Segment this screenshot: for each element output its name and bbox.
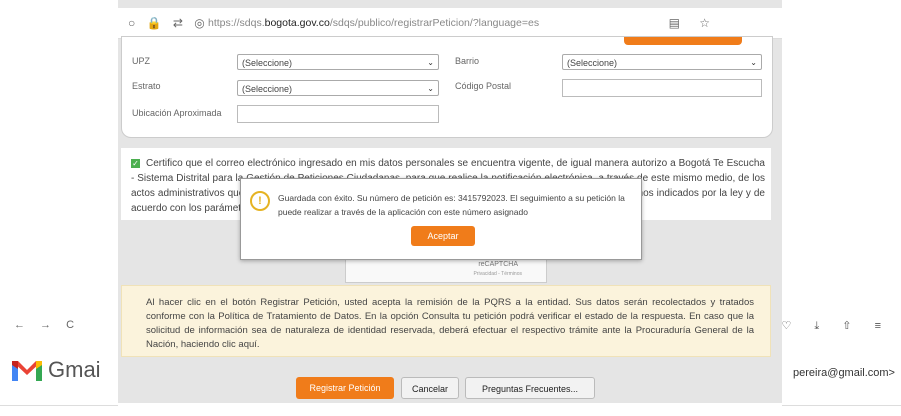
estrato-label: Estrato <box>132 81 161 91</box>
barrio-select[interactable]: (Seleccione) ⌄ <box>562 54 762 70</box>
background-toolbar-icons[interactable]: ♡ ⤓ ⇧ ≡ <box>781 319 891 333</box>
dialog-message: Guardada con éxito. Su número de petició… <box>278 193 625 217</box>
accept-button[interactable]: Aceptar <box>411 226 475 246</box>
register-petition-button[interactable]: Registrar Petición <box>296 377 394 399</box>
barrio-label: Barrio <box>455 56 480 66</box>
recaptcha-links[interactable]: Privacidad - Términos <box>473 271 522 277</box>
bookmark-icons[interactable]: ▤ ☆ <box>669 16 718 30</box>
window-bottom-edge <box>118 403 782 416</box>
background-nav-icons[interactable]: ← → C <box>14 319 80 331</box>
upz-select-value: (Seleccione) <box>242 58 293 68</box>
success-dialog: ! Guardada con éxito. Su número de petic… <box>240 178 642 260</box>
faq-button[interactable]: Preguntas Frecuentes... <box>465 377 595 399</box>
url-text[interactable]: https://sdqs.bogota.gov.co/sdqs/publico/… <box>208 17 539 29</box>
location-form-card: UPZ (Seleccione) ⌄ Barrio (Seleccione) ⌄… <box>121 36 773 138</box>
chevron-down-icon: ⌄ <box>427 58 434 67</box>
terms-text: Al hacer clic en el botón Registrar Peti… <box>146 297 754 350</box>
estrato-select-value: (Seleccione) <box>242 84 293 94</box>
gmail-wordmark: Gmai <box>48 357 101 382</box>
gmail-m-icon <box>12 361 42 381</box>
recaptcha-brand: reCAPTCHA <box>478 261 518 268</box>
orange-button-edge[interactable] <box>624 37 742 45</box>
barrio-select-value: (Seleccione) <box>567 58 618 68</box>
postal-code-input[interactable] <box>562 79 762 97</box>
cancel-button[interactable]: Cancelar <box>401 377 459 399</box>
address-bar[interactable]: ○ 🔒 ⇄ ◎ https://sdqs.bogota.gov.co/sdqs/… <box>118 8 782 39</box>
chevron-down-icon: ⌄ <box>750 58 757 67</box>
gmail-logo[interactable]: Gmai <box>12 357 101 383</box>
url-domain: bogota.gov.co <box>264 17 330 29</box>
warning-icon: ! <box>250 191 270 211</box>
url-prefix: https://sdqs. <box>208 17 265 29</box>
upz-select[interactable]: (Seleccione) ⌄ <box>237 54 439 70</box>
terms-notice: Al hacer clic en el botón Registrar Peti… <box>121 285 771 357</box>
chevron-down-icon: ⌄ <box>427 84 434 93</box>
address-bar-security-icons[interactable]: ○ 🔒 ⇄ ◎ <box>128 16 209 30</box>
ubicacion-input[interactable] <box>237 105 439 123</box>
upz-label: UPZ <box>132 56 150 66</box>
certification-checkbox[interactable]: ✓ <box>131 158 140 168</box>
url-suffix: /sdqs/publico/registrarPeticion/?languag… <box>329 17 540 29</box>
postal-code-label: Código Postal <box>455 81 512 91</box>
estrato-select[interactable]: (Seleccione) ⌄ <box>237 80 439 96</box>
background-email-address: pereira@gmail.com> <box>793 367 895 379</box>
ubicacion-label: Ubicación Aproximada <box>132 108 222 118</box>
